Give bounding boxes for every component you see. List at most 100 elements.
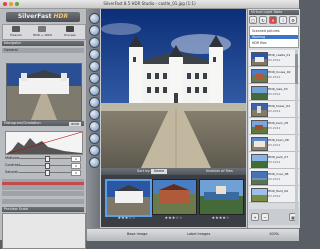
active-indicator-bar [2, 182, 84, 185]
filmstrip-thumb[interactable] [199, 179, 244, 215]
midtone-knob[interactable] [45, 156, 50, 162]
file-name: HDR_barn_05 [268, 121, 289, 125]
loupe-area[interactable] [2, 213, 86, 249]
logo-text: SilverFast [17, 13, 52, 20]
filmstrip-thumb[interactable] [105, 179, 152, 217]
file-thumb [251, 137, 268, 151]
mode-prescan-button[interactable]: Prescan [7, 26, 25, 38]
navigator-preview[interactable] [6, 63, 82, 121]
status-base-image: Base image [127, 232, 148, 236]
mode-label: Prescan [10, 33, 22, 37]
navigator-preview-image [7, 64, 81, 120]
main-image-view[interactable] [101, 9, 246, 168]
thumb-stars[interactable]: ★★★☆☆ [105, 215, 148, 220]
info-icon[interactable]: i [279, 16, 287, 24]
file-list-item[interactable]: HDR_river_08 03.2012 [249, 169, 299, 186]
tool-7-icon[interactable] [89, 85, 100, 96]
gear-icon[interactable]: ⚙ [289, 16, 297, 24]
window-title: SilverFast 8.5 HDR Studio - castle_01.jp… [103, 1, 196, 6]
file-name: HDR_house_02 [268, 70, 291, 74]
file-name: HDR_field_09 [268, 189, 288, 193]
tool-12-icon[interactable] [89, 145, 100, 156]
album-item[interactable]: HDR files [252, 41, 267, 45]
file-name: HDR_lake_03 [268, 87, 288, 91]
status-bar: Base image Label images 100% [87, 228, 299, 241]
file-list-item[interactable]: HDR_barn_05 03.2012 [249, 118, 299, 135]
section-loupe-header[interactable]: Preview Scale [2, 207, 84, 212]
filmstrip-toolbar: Sort by: Name Number of files [101, 168, 246, 175]
app-window: SilverFast 8.5 HDR Studio - castle_01.jp… [0, 0, 300, 249]
light-table-toolbar: ▢ ↻ ✕ i ⚙ [249, 16, 299, 24]
section-navigator-header[interactable]: Navigator [2, 41, 84, 46]
file-list-item[interactable]: HDR_town_06 03.2012 [249, 135, 299, 152]
sort-label: Sort by: [137, 169, 151, 173]
file-name: HDR_park_07 [268, 155, 289, 159]
section-collapsed-4[interactable] [2, 199, 84, 204]
file-date: 03.2012 [268, 194, 281, 198]
refresh-icon[interactable]: ↻ [259, 16, 267, 24]
tool-11-icon[interactable] [89, 133, 100, 144]
contrast-label: Contrast [5, 163, 20, 167]
file-thumb [251, 171, 268, 185]
section-general-header[interactable]: General [2, 48, 84, 53]
file-thumb [251, 188, 268, 202]
file-list-item[interactable]: HDR_park_07 03.2012 [249, 152, 299, 169]
mode-label: Process [64, 33, 76, 37]
thumb-image [153, 180, 196, 214]
histogram-title: Histogram/Gradation [4, 121, 41, 125]
file-list-scrollbar[interactable] [295, 50, 298, 225]
filmstrip-thumb[interactable] [152, 179, 197, 215]
frame-icon [38, 26, 46, 32]
mode-bar: Prescan HDR → 16bit Process [2, 24, 86, 40]
tool-9-icon[interactable] [89, 109, 100, 120]
file-date: 03.2012 [268, 58, 281, 62]
tool-10-icon[interactable] [89, 121, 100, 132]
saturation-slider-row: Saturat. 0 [5, 170, 81, 176]
silverfast-logo: SilverFast HDR Studio [6, 12, 80, 30]
remove-icon[interactable]: − [261, 213, 269, 221]
add-icon[interactable]: + [251, 213, 259, 221]
midtone-value[interactable]: 0 [71, 156, 81, 162]
saturation-knob[interactable] [45, 170, 50, 176]
mode-process-button[interactable]: Process [61, 26, 79, 38]
file-name: HDR_town_06 [268, 138, 289, 142]
section-collapsed-3[interactable] [2, 191, 84, 196]
right-panel: Virtual Light Table ▢ ↻ ✕ i ⚙ Scanned pi… [247, 9, 300, 228]
status-label-images: Label images [187, 232, 211, 236]
section-histogram-header[interactable]: Histogram/Gradation auto [2, 121, 84, 126]
file-thumb [251, 69, 268, 83]
file-date: 03.2012 [268, 143, 281, 147]
delete-icon[interactable]: ✕ [269, 16, 277, 24]
section-collapsed-2[interactable] [2, 185, 84, 190]
scrollbar-thumb[interactable] [295, 54, 298, 84]
file-list-item[interactable]: HDR_castle_01 03.2012 [249, 50, 299, 67]
tool-6-icon[interactable] [89, 73, 100, 84]
tool-3-icon[interactable] [89, 37, 100, 48]
sort-select[interactable]: Name [151, 169, 168, 174]
file-list-item[interactable]: HDR_lake_03 03.2012 [249, 84, 299, 101]
tool-4-icon[interactable] [89, 49, 100, 60]
thumb-stars[interactable]: ★★★★☆ [199, 215, 242, 220]
tool-8-icon[interactable] [89, 97, 100, 108]
file-list-item[interactable]: HDR_tower_04 03.2012 [249, 101, 299, 118]
file-list-item[interactable]: HDR_house_02 03.2012 [249, 67, 299, 84]
histogram-mode-select[interactable]: auto [69, 121, 81, 126]
tool-5-icon[interactable] [89, 61, 100, 72]
album-item[interactable]: Scanned pictures [252, 29, 280, 33]
tool-1-icon[interactable] [89, 13, 100, 24]
status-zoom[interactable]: 100% [269, 232, 279, 236]
mode-hdr-button[interactable]: HDR → 16bit [33, 26, 52, 38]
contrast-value[interactable]: 0 [71, 163, 81, 169]
thumb-stars[interactable]: ★★★☆☆ [152, 215, 195, 220]
tool-strip [87, 9, 100, 240]
castle-image [101, 9, 246, 168]
file-thumb [251, 103, 268, 117]
folder-icon[interactable]: ▢ [249, 16, 257, 24]
saturation-value[interactable]: 0 [71, 170, 81, 176]
histogram-display[interactable] [5, 131, 83, 155]
tool-2-icon[interactable] [89, 25, 100, 36]
file-list-item[interactable]: HDR_field_09 03.2012 [249, 186, 299, 203]
album-item-selected[interactable]: Working [250, 35, 298, 39]
contrast-knob[interactable] [45, 163, 50, 169]
tool-13-icon[interactable] [89, 157, 100, 168]
